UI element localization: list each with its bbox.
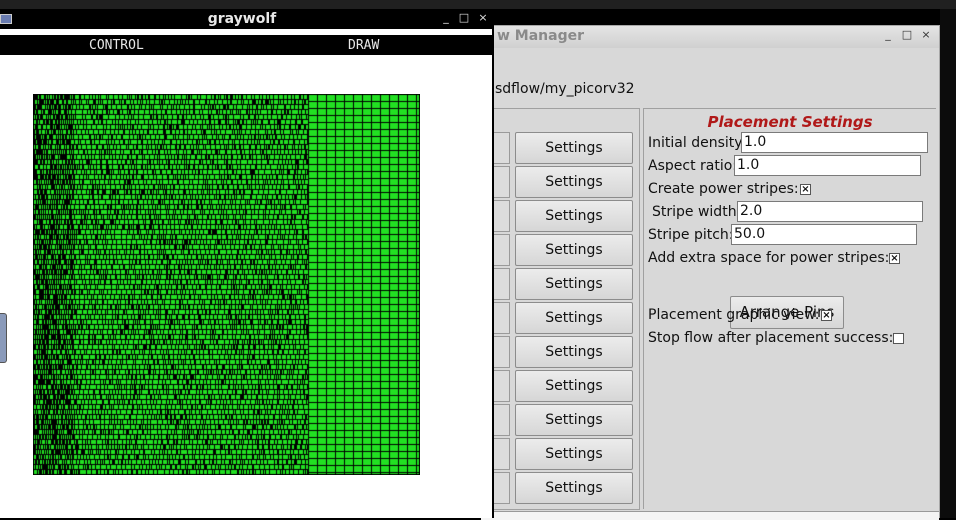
settings-button[interactable]: Settings: [515, 302, 633, 334]
minimize-icon[interactable]: _: [439, 11, 453, 24]
placement-settings-panel: Placement Settings Initial density: 1.0 …: [643, 108, 936, 509]
aspect-ratio-label: Aspect ratio:: [648, 158, 738, 174]
initial-density-field[interactable]: 1.0: [741, 132, 928, 153]
settings-button[interactable]: Settings: [515, 472, 633, 504]
create-power-stripes-label: Create power stripes:: [648, 181, 799, 197]
desktop-background: [940, 9, 956, 518]
desktop-top-bar: [0, 0, 956, 9]
settings-button[interactable]: Settings: [515, 132, 633, 164]
maximize-icon[interactable]: □: [457, 11, 471, 24]
flow-manager-window: w Manager _ □ × sdflow/my_picorv32 Setti…: [480, 25, 940, 520]
stripe-width-label: Stripe width:: [652, 204, 742, 220]
status-strip: [481, 511, 939, 520]
maximize-icon[interactable]: □: [900, 28, 914, 41]
stop-flow-label: Stop flow after placement success:: [648, 330, 894, 346]
settings-button[interactable]: Settings: [515, 336, 633, 368]
close-icon[interactable]: ×: [919, 28, 933, 41]
minimize-icon[interactable]: _: [881, 28, 895, 41]
close-icon[interactable]: ×: [476, 11, 490, 24]
settings-button[interactable]: Settings: [515, 200, 633, 232]
stripe-pitch-field[interactable]: 50.0: [731, 224, 917, 245]
scroll-handle[interactable]: [0, 313, 7, 363]
settings-button[interactable]: Settings: [515, 404, 633, 436]
create-power-stripes-checkbox[interactable]: ×: [800, 184, 811, 195]
settings-button[interactable]: Settings: [515, 166, 633, 198]
settings-button[interactable]: Settings: [515, 268, 633, 300]
graywolf-title: graywolf: [207, 11, 277, 27]
project-path: sdflow/my_picorv32: [495, 81, 635, 97]
stripe-pitch-label: Stripe pitch:: [648, 227, 734, 243]
menu-control[interactable]: CONTROL: [89, 38, 144, 53]
extra-space-checkbox[interactable]: ×: [889, 253, 900, 264]
graywolf-titlebar[interactable]: graywolf _ □ ×: [0, 10, 492, 29]
settings-button[interactable]: Settings: [515, 438, 633, 470]
graphic-view-label: Placement graphic view:: [648, 307, 820, 323]
placement-settings-title: Placement Settings: [707, 113, 873, 131]
stripe-width-field[interactable]: 2.0: [737, 201, 923, 222]
initial-density-label: Initial density:: [648, 135, 747, 151]
stop-flow-checkbox[interactable]: [893, 333, 904, 344]
settings-button[interactable]: Settings: [515, 234, 633, 266]
aspect-ratio-field[interactable]: 1.0: [734, 155, 921, 176]
flow-manager-titlebar[interactable]: w Manager _ □ ×: [481, 26, 939, 48]
extra-space-label: Add extra space for power stripes:: [648, 250, 890, 266]
flow-steps-panel: Settings Settings Settings Settings Settings…: [481, 108, 640, 510]
graywolf-menubar: CONTROL DRAW: [0, 35, 492, 55]
graphic-view-checkbox[interactable]: ×: [821, 310, 832, 321]
placement-layout-canvas[interactable]: [33, 94, 420, 475]
settings-button[interactable]: Settings: [515, 370, 633, 402]
flow-manager-title: w Manager: [497, 28, 585, 44]
graywolf-window: graywolf _ □ × CONTROL DRAW: [0, 10, 494, 518]
menu-draw[interactable]: DRAW: [348, 38, 379, 53]
